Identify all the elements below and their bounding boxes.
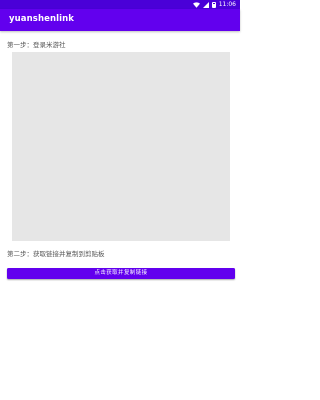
login-webview[interactable]: [12, 52, 230, 241]
status-time: 11:06: [218, 1, 236, 8]
app-title: yuanshenlink: [9, 14, 75, 24]
step1-label: 第一步：登录米游社: [7, 41, 66, 49]
wifi-icon: [192, 1, 200, 8]
get-link-button[interactable]: 点击获取并复制链接: [7, 268, 235, 279]
status-icons: 11:06: [192, 0, 236, 9]
battery-icon: [211, 1, 216, 8]
status-bar: 11:06: [0, 0, 240, 9]
step2-label: 第二步：获取链接并复制到剪贴板: [7, 250, 105, 258]
signal-icon: [202, 1, 209, 8]
app-bar: yuanshenlink: [0, 9, 240, 31]
